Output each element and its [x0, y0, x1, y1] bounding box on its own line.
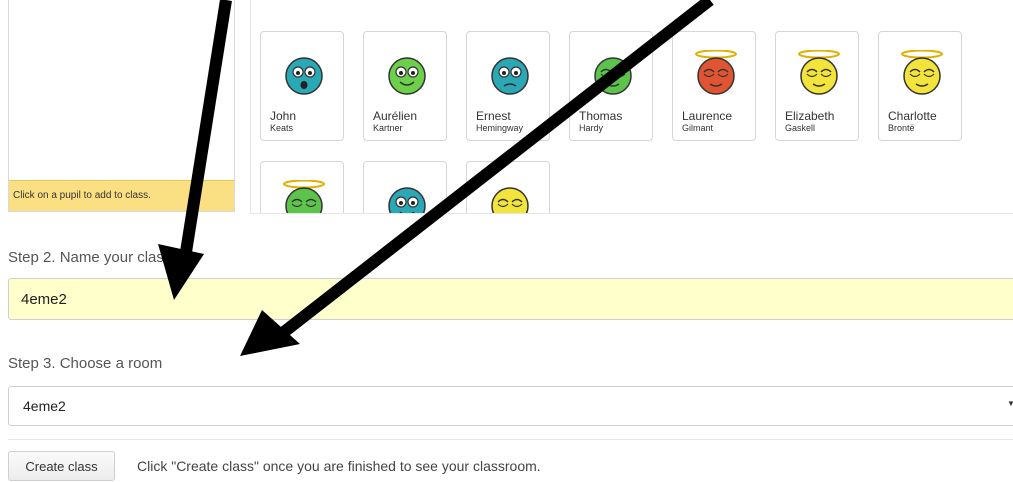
add-pupil-hint: Click on a pupil to add to class.	[9, 180, 234, 211]
pupil-first-name: Aurélien	[373, 109, 418, 123]
pupil-last-name: Gilmant	[682, 123, 714, 133]
pupil-card[interactable]: Elizabeth Gaskell	[775, 31, 859, 141]
room-select-value: 4eme2	[23, 398, 66, 414]
pupil-avatar-icon	[388, 187, 426, 213]
pupil-last-name: Keats	[270, 123, 294, 133]
pupil-last-name: Kartner	[373, 123, 403, 133]
pupil-card[interactable]	[466, 161, 550, 213]
pupil-avatar-icon	[285, 57, 323, 95]
pupil-avatar-icon	[901, 50, 943, 95]
pupil-avatar-icon	[798, 50, 840, 95]
pupil-card[interactable]	[363, 161, 447, 213]
pupil-card[interactable]: Aurélien Kartner	[363, 31, 447, 141]
pupil-last-name: Brontë	[888, 123, 915, 133]
pupil-card[interactable]	[260, 161, 344, 213]
room-select[interactable]: 4eme2 ▼	[8, 386, 1013, 426]
pupil-avatar-icon	[491, 57, 529, 95]
pupil-first-name: Thomas	[579, 109, 623, 123]
step3-label: Step 3. Choose a room	[8, 355, 163, 372]
pupil-selection-panel: Click on a pupil to add to class.	[8, 0, 235, 212]
pupil-avatar-icon	[695, 50, 737, 95]
pupil-card[interactable]: Thomas Hardy	[569, 31, 653, 141]
pupil-card[interactable]: Ernest Hemingway	[466, 31, 550, 141]
pupil-card[interactable]: John Keats	[260, 31, 344, 141]
pupil-avatar-icon	[594, 57, 632, 95]
pupil-first-name: John	[270, 109, 297, 123]
pupil-avatar-icon	[491, 187, 529, 213]
class-name-input[interactable]	[8, 278, 1013, 320]
pupil-avatar-icon	[283, 180, 325, 213]
pupil-avatar-icon	[388, 57, 426, 95]
pupil-first-name: Ernest	[476, 109, 511, 123]
pupil-last-name: Hardy	[579, 123, 604, 133]
dropdown-arrow-icon: ▼	[1007, 399, 1013, 408]
divider	[8, 439, 1013, 440]
pupil-list: John Keats Aurélien Kartner Ernest Hemingway T…	[250, 0, 1013, 214]
pupil-first-name: Elizabeth	[785, 109, 835, 123]
pupil-card[interactable]: Laurence Gilmant	[672, 31, 756, 141]
pupil-card[interactable]: Charlotte Brontë	[878, 31, 962, 141]
create-class-hint: Click "Create class" once you are finish…	[137, 458, 541, 474]
step2-label: Step 2. Name your class	[8, 249, 172, 266]
pupil-last-name: Hemingway	[476, 123, 524, 133]
pupil-first-name: Laurence	[682, 109, 733, 123]
pupil-first-name: Charlotte	[888, 109, 937, 123]
create-class-button[interactable]: Create class	[8, 451, 115, 481]
pupil-last-name: Gaskell	[785, 123, 816, 133]
